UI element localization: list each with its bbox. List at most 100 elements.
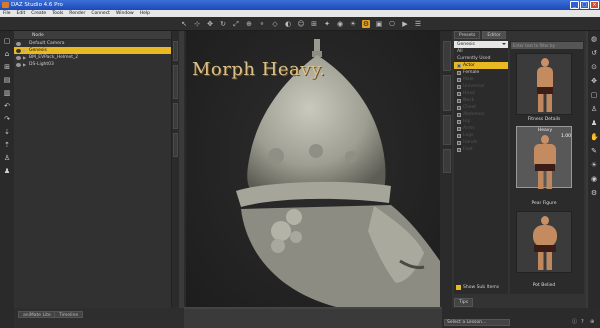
filter-input[interactable]: Enter text to filter by	[511, 42, 583, 49]
pan-icon[interactable]: ✥	[590, 77, 598, 85]
save-as-icon[interactable]: ▥	[3, 89, 11, 97]
camera-icon[interactable]: ◉	[336, 20, 344, 28]
menu-file[interactable]: File	[3, 10, 11, 17]
undo-icon[interactable]: ↶	[3, 102, 11, 110]
show-sub-items-checkbox[interactable]	[456, 285, 461, 290]
viewport-canvas[interactable]: Morph Heavy.	[186, 31, 440, 307]
open-file-icon[interactable]: ⌂	[3, 50, 11, 58]
powerpose-icon[interactable]: ☺	[297, 20, 305, 28]
menu-edit[interactable]: Edit	[17, 10, 26, 17]
zoom-icon[interactable]: ⊙	[590, 63, 598, 71]
lesson-select[interactable]: Select a Lesson...	[444, 319, 510, 326]
expand-box-icon[interactable]	[457, 112, 461, 117]
spotlight-icon[interactable]: ✦	[323, 20, 331, 28]
thumb-pear-figure[interactable]	[516, 211, 572, 273]
thumb-heavy[interactable]: Heavy 1.00	[516, 126, 572, 189]
side-tab-scene[interactable]	[173, 41, 178, 61]
expand-box-icon[interactable]	[457, 119, 461, 124]
pose-icon[interactable]: ♟	[3, 167, 11, 175]
expand-box-icon[interactable]	[457, 70, 461, 75]
category-all[interactable]: All	[454, 48, 508, 55]
render-settings-icon[interactable]: ⚙	[362, 19, 370, 28]
expand-box-icon[interactable]	[457, 105, 461, 110]
brush-icon[interactable]: ✎	[590, 147, 598, 155]
translate-icon[interactable]: ✥	[206, 20, 214, 28]
category-legs[interactable]: Legs	[454, 132, 508, 139]
menu-window[interactable]: Window	[116, 10, 134, 17]
expand-box-icon[interactable]	[457, 84, 461, 89]
content-library-icon[interactable]: ☰	[414, 20, 422, 28]
expand-arrow-icon[interactable]: ▶	[23, 62, 27, 67]
joint-editor-icon[interactable]: ⚬	[258, 20, 266, 28]
category-neck[interactable]: Neck	[454, 97, 508, 104]
frame-icon[interactable]: ▢	[590, 91, 598, 99]
expand-arrow-icon[interactable]: ▶	[23, 48, 27, 53]
expand-box-icon[interactable]	[457, 140, 461, 145]
import-icon[interactable]: ⇣	[3, 128, 11, 136]
category-currently-used[interactable]: Currently Used	[454, 55, 508, 62]
expand-box-icon[interactable]	[457, 133, 461, 138]
settings-icon[interactable]: ⚙	[590, 189, 598, 197]
menu-connect[interactable]: Connect	[91, 10, 110, 17]
scale-icon[interactable]: ⤢	[232, 20, 240, 28]
category-universal[interactable]: Universal	[454, 83, 508, 90]
menu-render[interactable]: Render	[69, 10, 85, 17]
hand-icon[interactable]: ✋	[590, 133, 599, 141]
side-tab-posing[interactable]	[443, 115, 451, 145]
export-icon[interactable]: ⇡	[3, 141, 11, 149]
minimize-button[interactable]: _	[570, 1, 579, 9]
expand-box-icon[interactable]	[457, 147, 461, 152]
side-tab-parameters[interactable]	[173, 65, 178, 99]
geometry-editor-icon[interactable]: ◇	[271, 20, 279, 28]
node-dropdown[interactable]: Genesis	[454, 41, 508, 48]
category-abdomen[interactable]: Abdomen	[454, 111, 508, 118]
side-tab-content-library[interactable]	[443, 41, 451, 71]
scene-row-default-camera[interactable]: Default Camera	[14, 40, 171, 47]
side-tab-lights[interactable]	[173, 133, 178, 157]
expand-arrow-icon[interactable]: ▶	[23, 55, 27, 60]
menu-help[interactable]: Help	[140, 10, 150, 17]
tab-timeline[interactable]: Timeline	[54, 311, 84, 318]
category-male[interactable]: Male	[454, 76, 508, 83]
tab-presets[interactable]: Presets	[454, 31, 481, 39]
menu-create[interactable]: Create	[31, 10, 46, 17]
side-tab-smart-content[interactable]	[443, 149, 451, 173]
scene-header[interactable]: Node	[14, 31, 171, 40]
maximize-button[interactable]: □	[580, 1, 589, 9]
rotate-view-icon[interactable]: ↺	[590, 49, 598, 57]
expand-box-icon[interactable]	[457, 63, 461, 68]
category-actor[interactable]: Actor	[454, 62, 508, 69]
info-icon[interactable]: ⓘ	[572, 319, 578, 325]
scene-row-genesis[interactable]: ▶ Genesis	[14, 47, 171, 54]
side-tab-render-settings[interactable]	[443, 75, 451, 111]
help-icon[interactable]: ?	[581, 319, 587, 325]
tab-tips[interactable]: Tips	[454, 298, 474, 307]
light-icon[interactable]: ☀	[349, 20, 357, 28]
playback-icon[interactable]: ▶	[401, 20, 409, 28]
expand-box-icon[interactable]	[457, 98, 461, 103]
side-tab-surfaces[interactable]	[173, 103, 178, 129]
category-head[interactable]: Head	[454, 90, 508, 97]
render-icon[interactable]: ▣	[375, 20, 383, 28]
close-button[interactable]: ×	[590, 1, 599, 9]
visibility-eye-icon[interactable]	[16, 41, 21, 46]
tab-animate-lite[interactable]: aniMate Lite	[18, 311, 56, 318]
show-sub-items[interactable]: Show Sub Items	[456, 285, 499, 290]
select-tool-icon[interactable]: ↖	[180, 20, 188, 28]
globe-icon[interactable]: ◍	[590, 35, 598, 43]
surface-selection-icon[interactable]: ◐	[284, 20, 292, 28]
expand-box-icon[interactable]	[457, 77, 461, 82]
viewport-resize-bar[interactable]	[184, 307, 442, 309]
expand-box-icon[interactable]	[457, 91, 461, 96]
thumb-fitness-details[interactable]	[516, 53, 572, 115]
figure-setup-icon[interactable]: ♙	[3, 154, 11, 162]
light-icon[interactable]: ☀	[590, 161, 598, 169]
save-icon[interactable]: ▤	[3, 76, 11, 84]
pin-icon[interactable]: ⊕	[590, 319, 596, 325]
scene-row-light[interactable]: ▶ DS-Light03	[14, 61, 171, 68]
category-feet[interactable]: Feet	[454, 146, 508, 153]
tab-editor[interactable]: Editor	[482, 31, 506, 39]
expand-box-icon[interactable]	[457, 126, 461, 131]
figure-icon[interactable]: ♙	[590, 105, 598, 113]
node-select-icon[interactable]: ⊹	[193, 20, 201, 28]
